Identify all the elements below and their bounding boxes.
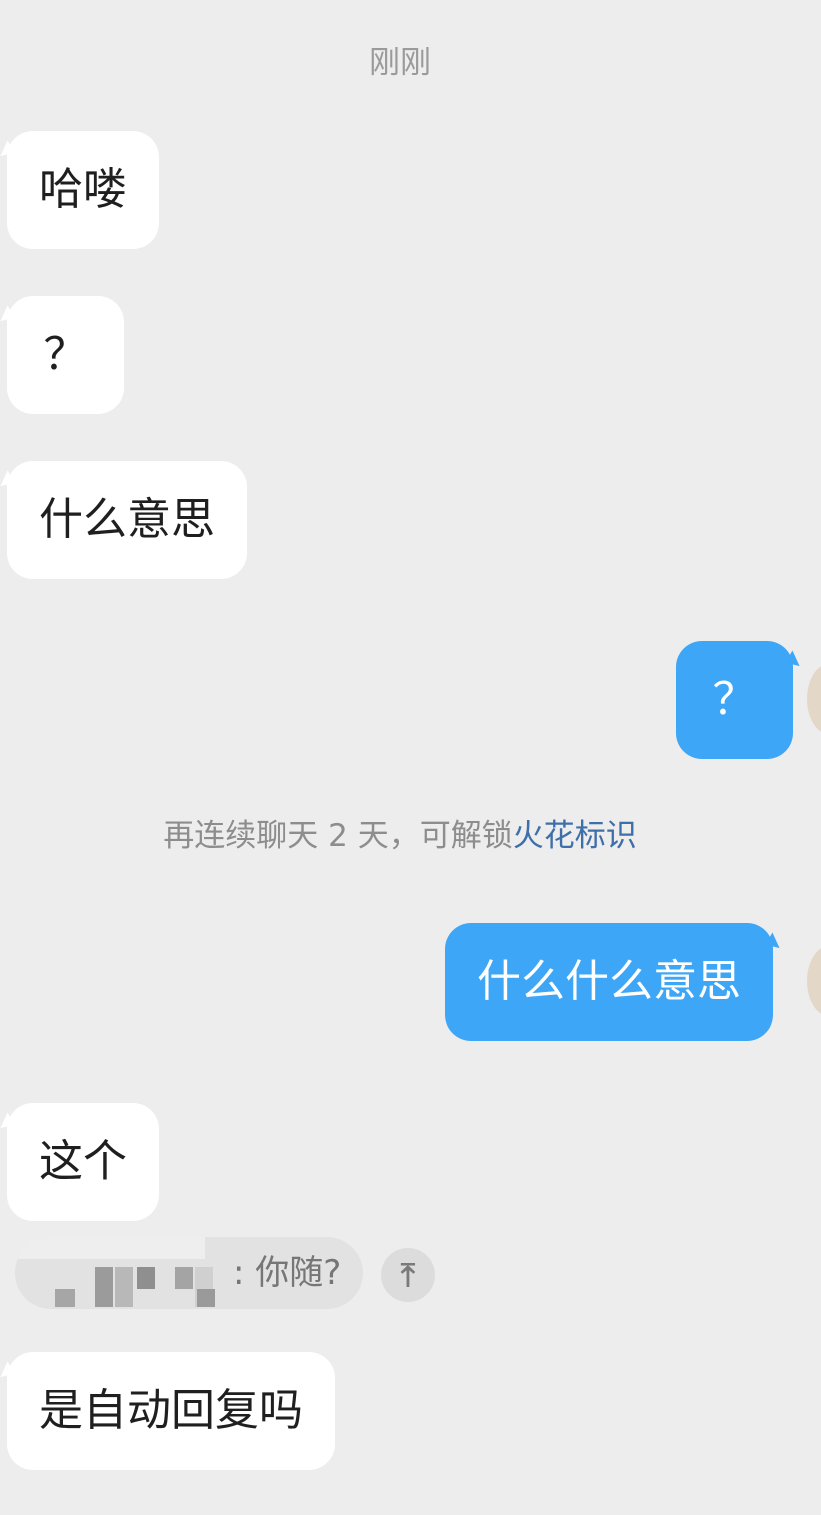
message-bubble-incoming[interactable]: 哈喽 <box>7 131 159 249</box>
message-text: 哈喽 <box>39 164 127 215</box>
message-bubble-incoming[interactable]: ？ <box>7 296 124 414</box>
avatar[interactable] <box>807 664 821 734</box>
jump-to-quote-button[interactable]: ⤒ <box>381 1248 435 1302</box>
message-bubble-outgoing[interactable]: ？ <box>676 641 793 759</box>
system-notice-text: 再连续聊天 2 天，可解锁 <box>163 818 513 854</box>
message-bubble-incoming[interactable]: 这个 <box>7 1103 159 1221</box>
message-text: 什么什么意思 <box>477 956 741 1007</box>
message-bubble-outgoing[interactable]: 什么什么意思 <box>445 923 773 1041</box>
message-text: ？ <box>712 674 757 725</box>
message-bubble-incoming[interactable]: 是自动回复吗 <box>7 1352 335 1470</box>
timestamp: 刚刚 <box>369 45 431 81</box>
avatar[interactable] <box>807 946 821 1016</box>
quote-bubble[interactable]: : 你随? <box>15 1237 363 1309</box>
quote-text: : 你随? <box>233 1253 342 1293</box>
message-bubble-incoming[interactable]: 什么意思 <box>7 461 247 579</box>
message-text: 是自动回复吗 <box>39 1385 303 1436</box>
message-text: 这个 <box>39 1136 127 1187</box>
arrow-up-to-top-icon: ⤒ <box>400 1256 416 1294</box>
message-text: ？ <box>43 329 88 380</box>
system-notice: 再连续聊天 2 天，可解锁火花标识 <box>0 815 800 857</box>
spark-badge-link[interactable]: 火花标识 <box>513 818 637 854</box>
message-text: 什么意思 <box>39 494 215 545</box>
redacted-name-mosaic <box>15 1237 230 1309</box>
